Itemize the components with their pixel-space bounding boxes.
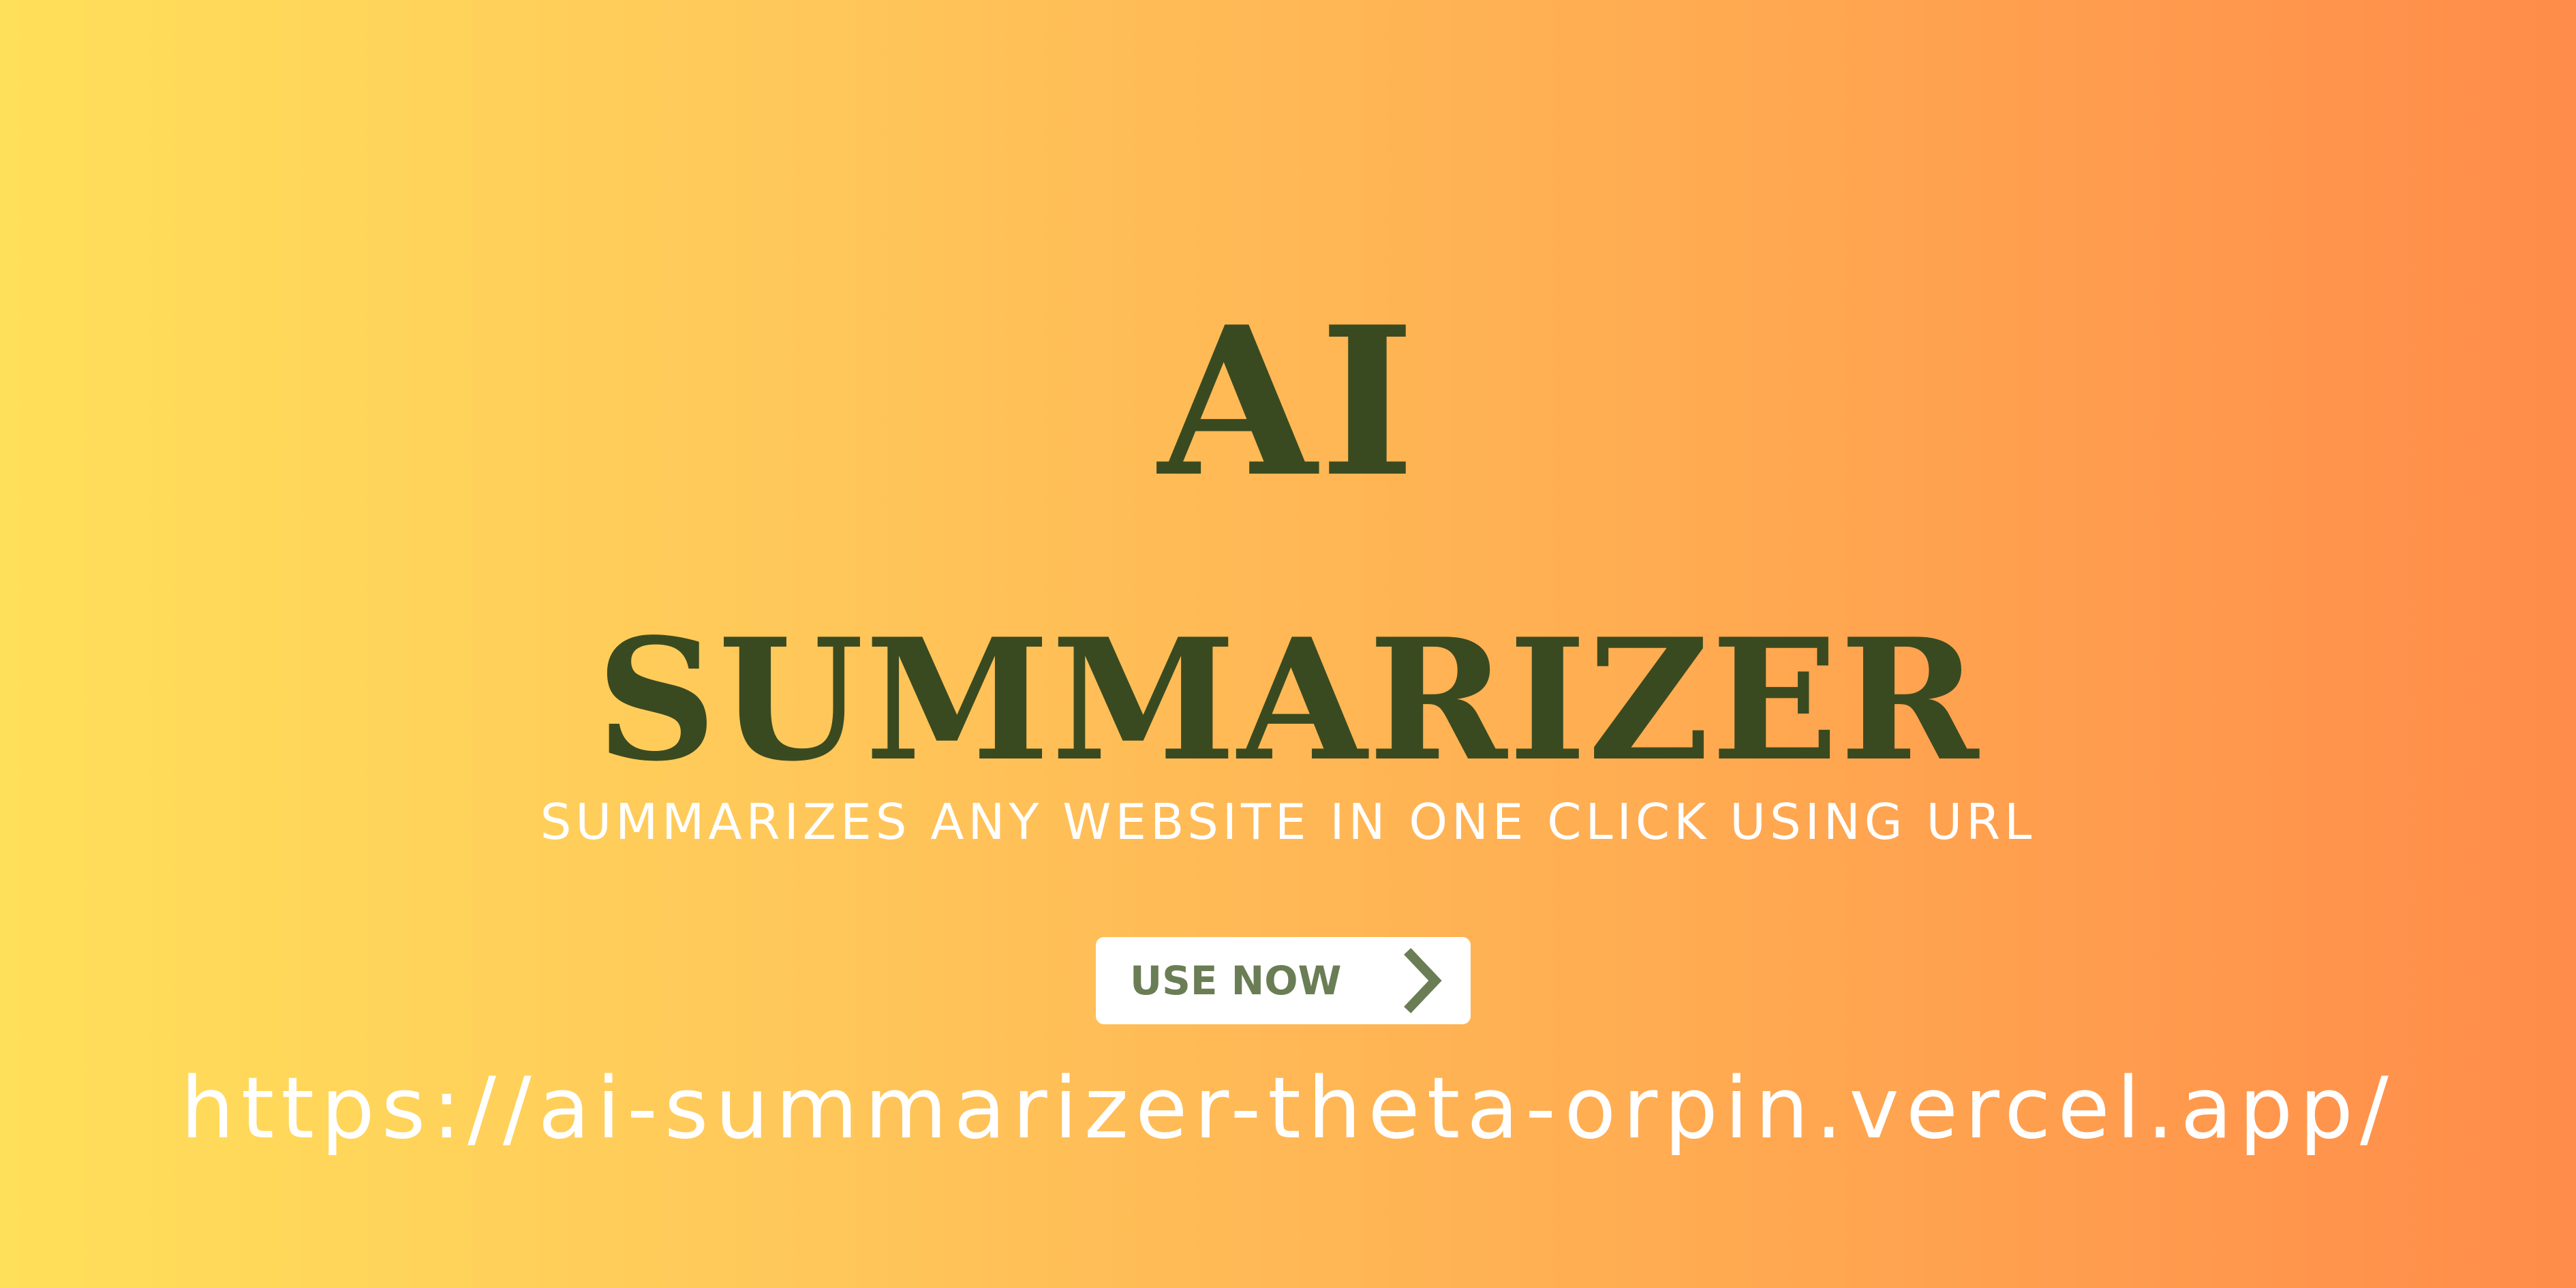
use-now-button-label: USE NOW — [1130, 957, 1342, 1004]
promo-banner: AI SUMMARIZER SUMMARIZES ANY WEBSITE IN … — [0, 0, 2576, 1288]
title-line-ai: AI — [1158, 281, 1418, 522]
title-line-summarizer: SUMMARIZER — [596, 602, 1980, 798]
site-url-link[interactable]: https://ai-summarizer-theta-orpin.vercel… — [0, 1067, 2576, 1151]
tagline: SUMMARIZES ANY WEBSITE IN ONE CLICK USIN… — [540, 793, 2036, 850]
chevron-right-icon — [1404, 948, 1442, 1013]
use-now-button[interactable]: USE NOW — [1096, 937, 1471, 1024]
